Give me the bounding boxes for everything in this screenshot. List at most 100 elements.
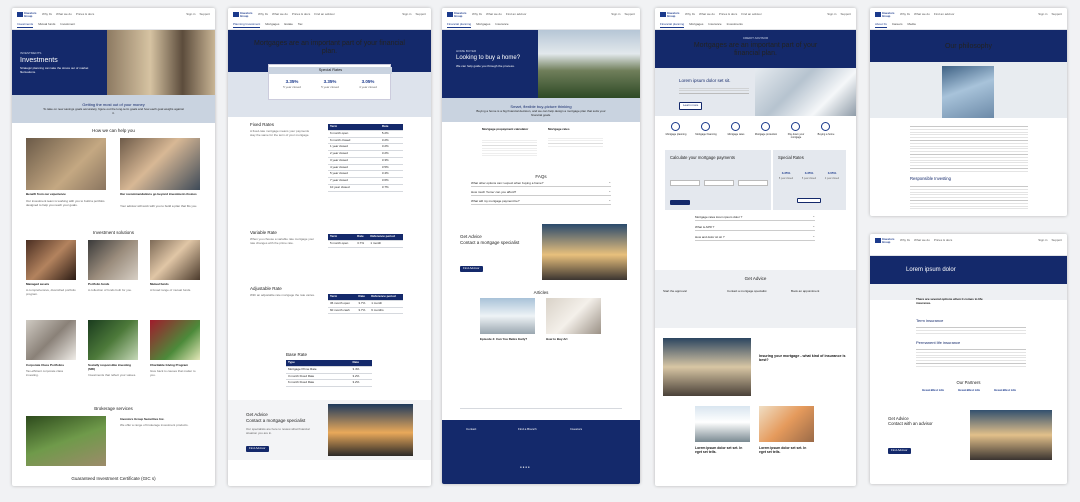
- sub-nav-item[interactable]: Mortgages: [689, 22, 703, 28]
- footer-col[interactable]: Find a Branch: [518, 427, 537, 432]
- sign-in-link[interactable]: Sign in: [1038, 12, 1047, 17]
- sub-nav-item[interactable]: Tax: [298, 22, 303, 28]
- solution-title[interactable]: Corporate Class Portfolios: [26, 363, 76, 368]
- calc-title[interactable]: Mortgage rates: [548, 127, 603, 132]
- calc-input[interactable]: [738, 180, 768, 186]
- insurance-title[interactable]: Insuring your mortgage - what kind of in…: [759, 354, 849, 363]
- advice-col[interactable]: Book an appointment: [791, 289, 849, 294]
- sign-in-link[interactable]: Sign in: [186, 12, 195, 17]
- sign-in-link[interactable]: Sign in: [827, 12, 836, 17]
- sub-nav-item[interactable]: Mutual funds: [38, 22, 55, 28]
- find-advisor-button[interactable]: Find Advisor: [888, 448, 911, 454]
- sub-nav-item[interactable]: Planning Investment: [233, 22, 261, 28]
- nav-link[interactable]: Prices & docs: [719, 12, 737, 17]
- logo-icon[interactable]: [875, 238, 881, 243]
- solution-title[interactable]: Charitable Giving Program: [150, 363, 200, 368]
- nav-link[interactable]: Why IG: [685, 12, 695, 17]
- sub-nav-item[interactable]: Investments: [727, 22, 743, 28]
- nav-link[interactable]: Find an advisor: [741, 12, 762, 17]
- pay-down-icon[interactable]: [791, 122, 800, 131]
- brokerage-item[interactable]: Investors Group Securities Inc.: [120, 417, 200, 422]
- sub-nav-item[interactable]: Insurance: [708, 22, 721, 28]
- faq-item[interactable]: How and dolor sit sit ? ⌄: [695, 234, 815, 241]
- sub-nav-item[interactable]: Financial planning: [660, 22, 685, 28]
- calc-title[interactable]: Mortgage prepayment calculator: [482, 127, 537, 132]
- calc-input[interactable]: [670, 180, 700, 186]
- social-icons[interactable]: ● ● ● ●: [520, 465, 530, 470]
- sign-in-link[interactable]: Sign in: [1038, 238, 1047, 243]
- sign-in-link[interactable]: Sign in: [402, 12, 411, 17]
- support-link[interactable]: Support: [624, 12, 635, 17]
- advice-col[interactable]: Start the approval: [663, 289, 721, 294]
- sub-nav-item[interactable]: Investment: [60, 22, 75, 28]
- partner-logo[interactable]: Great-West Life: [988, 388, 1022, 393]
- sub-nav-item[interactable]: Investments: [17, 22, 34, 28]
- calculate-button[interactable]: [670, 200, 690, 205]
- find-advisor-button[interactable]: Find Advisor: [246, 446, 269, 452]
- financing-icon[interactable]: [701, 122, 710, 131]
- article-title[interactable]: Lorem ipsum dolor set set. In eget set t…: [695, 446, 750, 455]
- sub-nav-item[interactable]: Mortgages: [265, 22, 279, 28]
- solution-title[interactable]: Mutual funds: [150, 282, 200, 287]
- rates-icon[interactable]: [731, 122, 740, 131]
- footer-col[interactable]: Contact: [466, 427, 476, 432]
- nav-link[interactable]: Prices & docs: [76, 12, 94, 17]
- faq-item[interactable]: What other options can I expect when buy…: [471, 180, 611, 187]
- article-title[interactable]: How to Buy Art: [546, 337, 601, 342]
- sign-in-link[interactable]: Sign in: [611, 12, 620, 17]
- article-title[interactable]: Lorem ipsum dolor set set. In eget set t…: [759, 446, 814, 455]
- sub-nav-item[interactable]: Estate: [284, 22, 293, 28]
- learn-more-button[interactable]: Learn more: [679, 102, 703, 110]
- nav-link[interactable]: What we do: [272, 12, 288, 17]
- calc-input[interactable]: [704, 180, 734, 186]
- logo-icon[interactable]: [447, 12, 453, 17]
- nav-link[interactable]: Why IG: [472, 12, 482, 17]
- sub-nav-item[interactable]: Financial planning: [447, 22, 472, 28]
- protection-icon[interactable]: [761, 122, 770, 131]
- sub-nav-item[interactable]: About IG: [875, 22, 887, 28]
- logo-icon[interactable]: [660, 12, 666, 17]
- nav-link[interactable]: Find an advisor: [314, 12, 335, 17]
- solution-title[interactable]: Portfolio funds: [88, 282, 138, 287]
- home-icon[interactable]: [821, 122, 830, 131]
- nav-link[interactable]: What we do: [914, 12, 930, 17]
- nav-link[interactable]: Why IG: [900, 238, 910, 243]
- nav-link[interactable]: What we do: [914, 238, 930, 243]
- nav-link[interactable]: Why IG: [42, 12, 52, 17]
- sub-nav-item[interactable]: Mortgages: [476, 22, 490, 28]
- sub-nav-item[interactable]: Media: [908, 22, 916, 28]
- support-link[interactable]: Support: [415, 12, 426, 17]
- solution-title[interactable]: Managed assets: [26, 282, 76, 287]
- support-link[interactable]: Support: [199, 12, 210, 17]
- nav-link[interactable]: Find an advisor: [934, 12, 955, 17]
- nav-link[interactable]: What we do: [56, 12, 72, 17]
- footer-col[interactable]: Investors: [570, 427, 582, 432]
- nav-link[interactable]: What we do: [699, 12, 715, 17]
- support-link[interactable]: Support: [840, 12, 851, 17]
- find-advisor-button[interactable]: Find Advisor: [460, 266, 483, 272]
- logo-icon[interactable]: [233, 12, 239, 17]
- faq-item[interactable]: How much 'home' can you afford? ⌄: [471, 189, 611, 196]
- nav-link[interactable]: What we do: [486, 12, 502, 17]
- nav-link[interactable]: Why IG: [900, 12, 910, 17]
- nav-link[interactable]: Why IG: [258, 12, 268, 17]
- faq-item[interactable]: Mortgage rates lorem ipsum dolor ? ⌄: [695, 214, 815, 221]
- advice-col[interactable]: Contact a mortgage specialist: [727, 289, 785, 294]
- solution-title[interactable]: Socially responsible investing (SRI): [88, 363, 138, 372]
- faq-item[interactable]: What is APR ? ⌄: [695, 224, 815, 231]
- support-link[interactable]: Support: [1051, 12, 1062, 17]
- nav-link[interactable]: Find an advisor: [506, 12, 527, 17]
- article-title[interactable]: Episode 4: Can You Retire Early?: [480, 337, 535, 342]
- support-link[interactable]: Support: [1051, 238, 1062, 243]
- logo-icon[interactable]: [17, 12, 23, 17]
- sub-nav-item[interactable]: Insurance: [495, 22, 508, 28]
- planning-icon[interactable]: [671, 122, 680, 131]
- faq-item[interactable]: What will my mortgage payment be? ⌄: [471, 198, 611, 205]
- partner-logo[interactable]: Great-West Life: [952, 388, 986, 393]
- nav-link[interactable]: Prices & docs: [934, 238, 952, 243]
- nav-link[interactable]: Prices & docs: [292, 12, 310, 17]
- logo-icon[interactable]: [875, 12, 881, 17]
- view-rates-button[interactable]: [797, 198, 821, 203]
- sub-nav-item[interactable]: Careers: [892, 22, 903, 28]
- partner-logo[interactable]: Great-West Life: [916, 388, 950, 393]
